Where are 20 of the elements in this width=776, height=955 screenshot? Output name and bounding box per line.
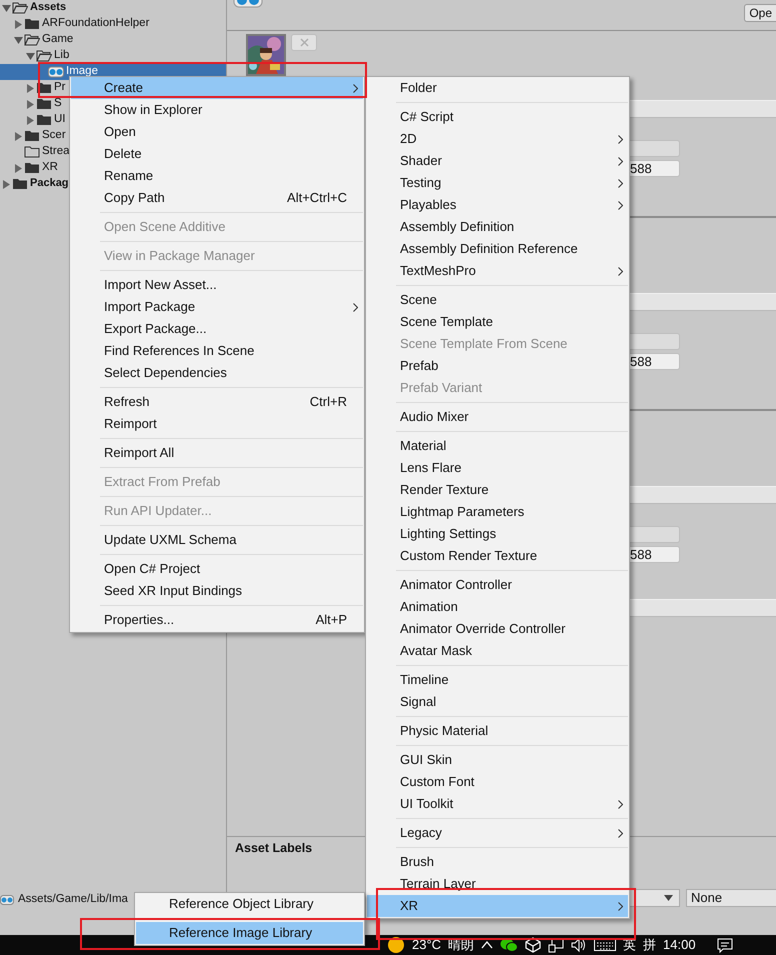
temperature-text: 23°C xyxy=(412,936,442,954)
tree-item-label: Game xyxy=(42,33,74,46)
shortcut-text: Ctrl+R xyxy=(310,393,347,412)
input-mode-text: 拼 xyxy=(643,936,656,954)
tree-item-label: Assets xyxy=(30,1,66,14)
tree-item-label: Scer xyxy=(42,129,66,142)
shortcut-text: Alt+Ctrl+C xyxy=(287,189,347,208)
tree-item-label: Pr xyxy=(54,81,66,94)
tree-item-label: ARFoundationHelper xyxy=(42,17,150,30)
clock-text: 14:00 xyxy=(663,936,696,954)
tree-item-label: S xyxy=(54,97,62,110)
shortcut-text: Alt+P xyxy=(316,611,347,630)
tree-item-label: Image xyxy=(66,65,98,78)
tree-item-label: Lib xyxy=(54,49,70,62)
section-title: Asset Labels xyxy=(235,840,312,858)
tree-item-label: Strea xyxy=(42,145,70,158)
asset-path: Assets/Game/Lib/Ima xyxy=(18,892,128,908)
tree-item-label: Packag xyxy=(30,177,69,190)
tree-item-label: XR xyxy=(42,161,58,174)
tree-item-label: UI xyxy=(54,113,66,126)
